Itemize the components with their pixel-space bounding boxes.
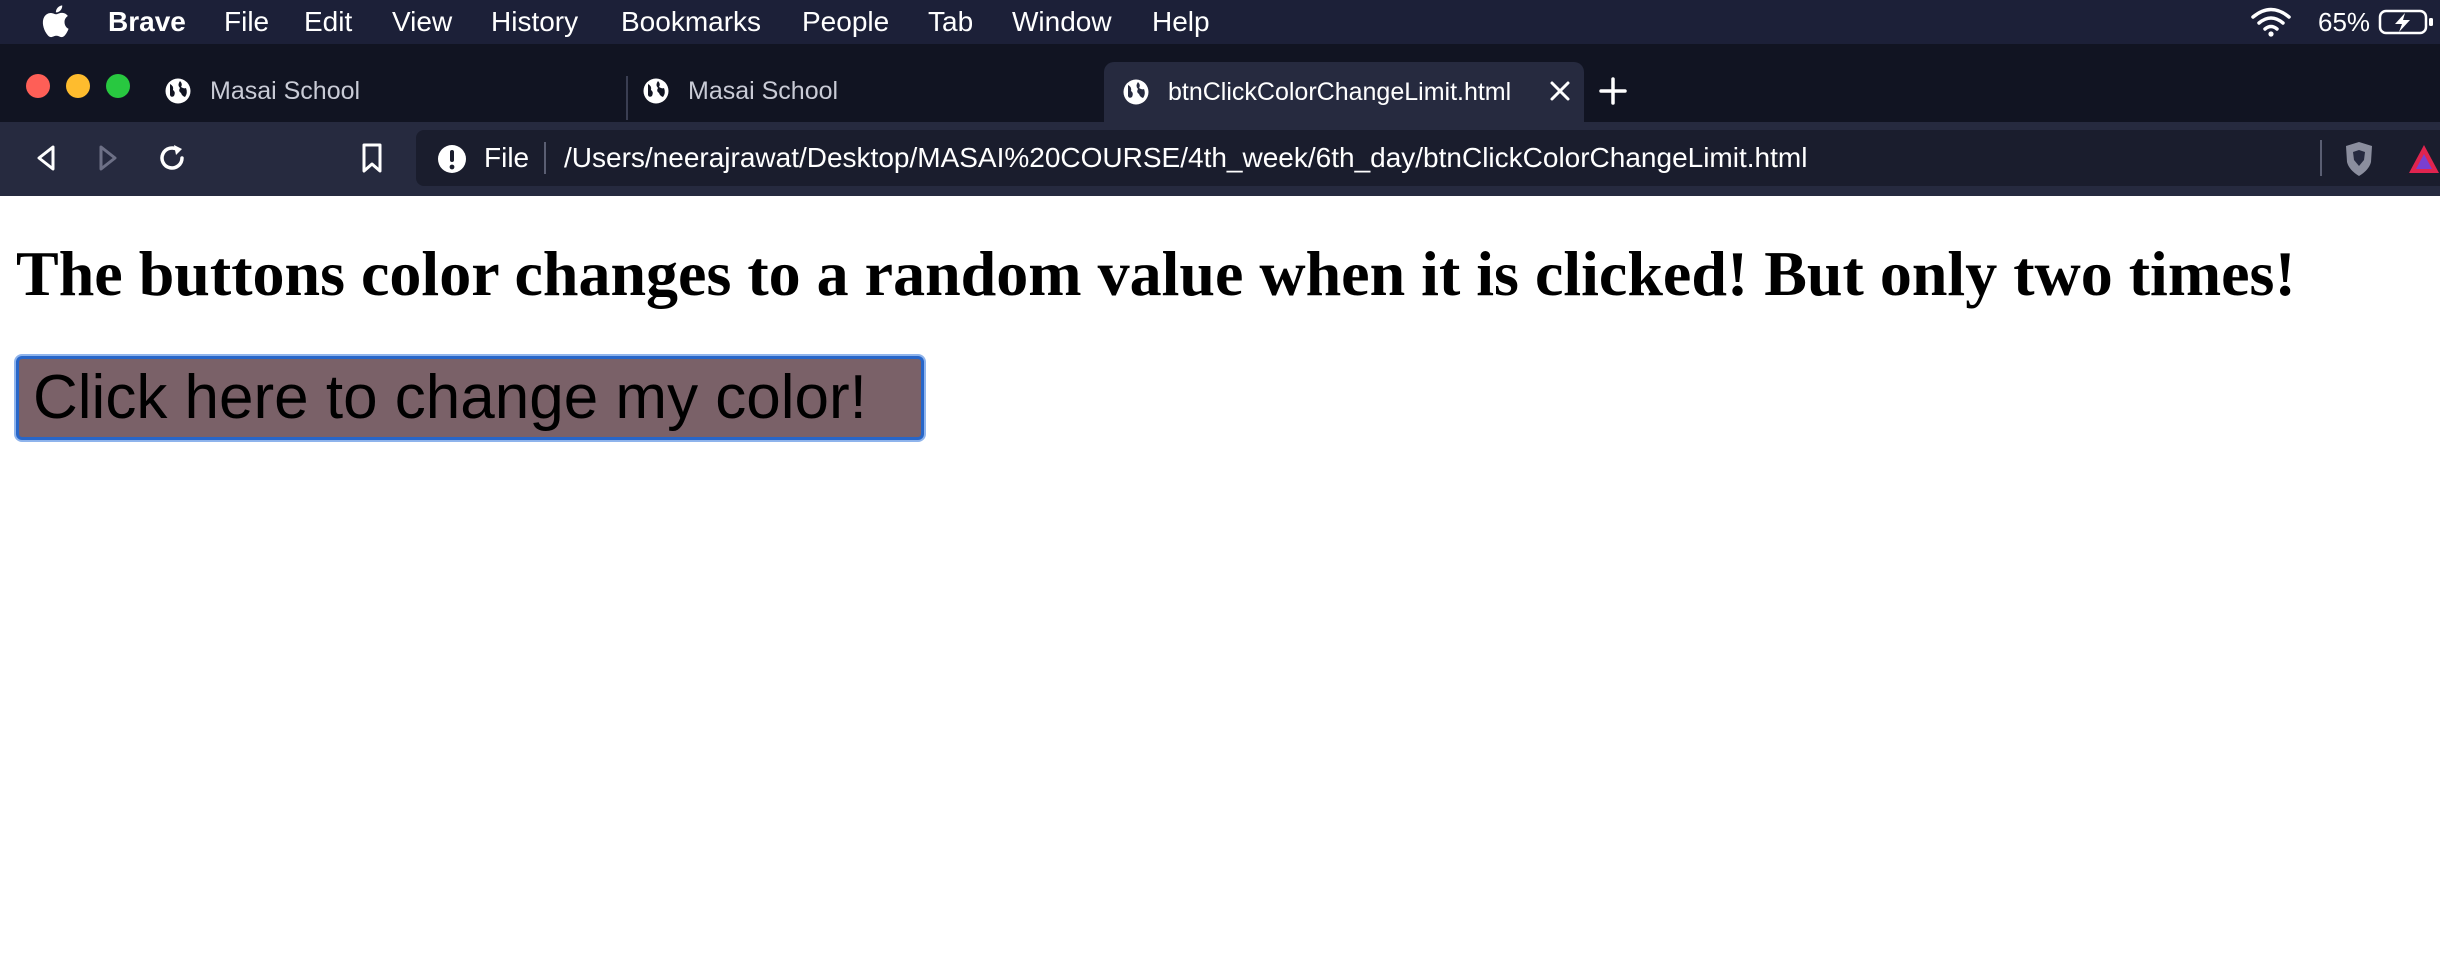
tab-title: Masai School <box>210 76 361 105</box>
brave-rewards-icon[interactable] <box>2408 142 2440 176</box>
menu-file[interactable]: File <box>224 6 269 38</box>
bookmark-icon[interactable] <box>354 140 390 176</box>
page-heading: The buttons color changes to a random va… <box>16 238 2296 309</box>
globe-icon <box>643 78 669 104</box>
close-tab-icon[interactable] <box>1549 80 1571 102</box>
menu-people[interactable]: People <box>802 6 889 38</box>
wifi-icon[interactable] <box>2250 6 2292 38</box>
url-text[interactable]: /Users/neerajrawat/Desktop/MASAI%20COURS… <box>564 140 1807 176</box>
menu-window[interactable]: Window <box>1012 6 1112 38</box>
info-icon[interactable] <box>436 143 468 175</box>
menu-bookmarks[interactable]: Bookmarks <box>621 6 761 38</box>
url-divider <box>2320 140 2322 176</box>
tab-title: btnClickColorChangeLimit.html <box>1168 77 1512 106</box>
tab-btn-click-color-change-limit[interactable]: btnClickColorChangeLimit.html <box>1104 62 1584 122</box>
globe-icon <box>165 78 191 104</box>
change-color-button[interactable]: Click here to change my color! <box>16 356 924 440</box>
reload-icon[interactable] <box>154 140 190 176</box>
url-divider <box>544 142 546 174</box>
window-minimize-button[interactable] <box>66 74 90 98</box>
url-scheme-label[interactable]: File <box>484 140 529 176</box>
menu-edit[interactable]: Edit <box>304 6 352 38</box>
battery-percentage: 65% <box>2318 7 2371 37</box>
menu-history[interactable]: History <box>491 6 578 38</box>
tab-masai-school-1[interactable]: Masai School <box>164 62 360 120</box>
brave-shield-icon[interactable] <box>2342 140 2376 178</box>
globe-icon <box>1123 79 1149 105</box>
menu-tab[interactable]: Tab <box>928 6 973 38</box>
window-zoom-button[interactable] <box>106 74 130 98</box>
apple-logo-icon[interactable] <box>40 4 70 38</box>
menu-app-name[interactable]: Brave <box>108 6 186 38</box>
forward-icon[interactable] <box>90 140 126 176</box>
tab-separator <box>626 76 628 120</box>
menu-view[interactable]: View <box>392 6 452 38</box>
tab-masai-school-2[interactable]: Masai School <box>642 62 838 120</box>
window-close-button[interactable] <box>26 74 50 98</box>
new-tab-plus-icon[interactable] <box>1598 76 1628 106</box>
menu-help[interactable]: Help <box>1152 6 1210 38</box>
back-icon[interactable] <box>28 140 64 176</box>
battery-charging-icon[interactable] <box>2378 8 2436 36</box>
tab-title: Masai School <box>688 76 839 105</box>
macos-menu-bar: Brave File Edit View History Bookmarks P… <box>0 0 2440 44</box>
